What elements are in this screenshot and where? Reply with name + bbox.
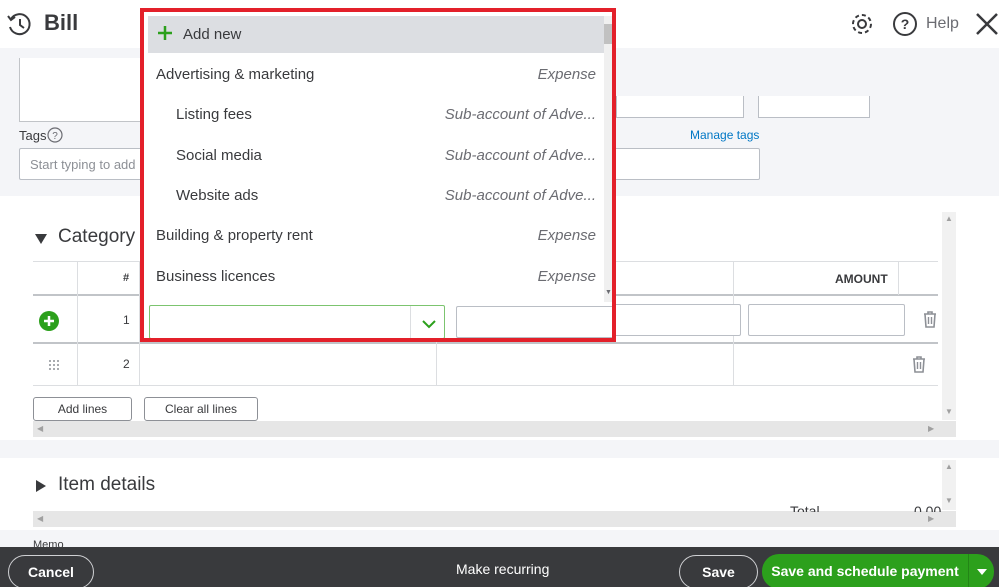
scroll-left-arrow[interactable]: ◀	[37, 515, 43, 523]
amount-input[interactable]	[748, 304, 905, 336]
help-link[interactable]: Help	[926, 15, 959, 33]
option-name: Website ads	[176, 186, 259, 204]
drag-handle-icon[interactable]	[48, 358, 60, 376]
total-label: Total	[790, 503, 820, 512]
dropdown-option[interactable]: Building & property rent Expense	[148, 217, 604, 257]
question-icon[interactable]: ?	[47, 127, 63, 148]
save-and-schedule-payment-button[interactable]: Save and schedule payment	[762, 554, 968, 587]
trash-icon[interactable]	[912, 355, 926, 378]
expand-triangle-icon[interactable]	[36, 479, 46, 497]
close-icon[interactable]	[975, 12, 999, 41]
horizontal-scrollbar[interactable]	[33, 421, 956, 437]
scroll-right-arrow[interactable]: ▶	[928, 515, 934, 523]
add-row-plus-icon[interactable]	[39, 311, 59, 336]
option-type: Sub-account of Adve...	[444, 146, 596, 164]
item-details-title: Item details	[58, 474, 156, 495]
save-button[interactable]: Save	[679, 555, 758, 587]
scroll-down-arrow[interactable]: ▼	[605, 289, 612, 296]
bill-history-icon[interactable]	[6, 11, 34, 44]
dropdown-scrollbar-thumb[interactable]	[604, 24, 612, 44]
collapse-triangle-icon[interactable]	[35, 231, 47, 249]
clear-all-lines-button[interactable]: Clear all lines	[144, 397, 258, 421]
category-details-title: Category	[58, 226, 136, 247]
trash-icon[interactable]	[923, 310, 937, 333]
scroll-down-arrow[interactable]: ▼	[945, 408, 953, 416]
dropdown-scrollbar[interactable]	[604, 16, 612, 302]
category-dropdown-menu: Add new Advertising & marketing Expense Li…	[140, 8, 616, 342]
option-type: Expense	[537, 267, 596, 285]
column-divider	[77, 261, 78, 386]
column-divider	[898, 261, 899, 295]
table-divider	[33, 385, 938, 386]
category-select[interactable]	[149, 305, 445, 338]
option-name: Advertising & marketing	[156, 66, 315, 83]
cancel-button[interactable]: Cancel	[8, 555, 94, 587]
tags-label: Tags	[19, 128, 47, 143]
bill-date-field[interactable]	[758, 96, 870, 118]
option-name: Business licences	[156, 267, 276, 285]
total-value: 0.00	[914, 503, 942, 512]
svg-text:?: ?	[901, 16, 910, 32]
row-number: 2	[123, 357, 130, 371]
dropdown-option[interactable]: Business licences Expense	[148, 258, 604, 298]
dropdown-option[interactable]: Advertising & marketing Expense	[148, 56, 604, 96]
manage-tags-link[interactable]: Manage tags	[690, 128, 759, 142]
scroll-up-arrow[interactable]: ▲	[945, 215, 953, 223]
add-new-label: Add new	[183, 26, 242, 43]
caret-down-icon	[977, 569, 987, 575]
dropdown-field-row	[148, 302, 612, 338]
row-number: 1	[123, 313, 130, 327]
vertical-scrollbar[interactable]	[942, 212, 956, 420]
column-header-number: #	[123, 272, 130, 284]
option-name: Listing fees	[176, 106, 252, 124]
column-header-amount: AMOUNT	[835, 272, 888, 286]
page-title: Bill	[44, 10, 79, 35]
scroll-down-arrow[interactable]: ▼	[945, 497, 953, 505]
make-recurring-link[interactable]: Make recurring	[456, 561, 549, 577]
option-name: Building & property rent	[156, 227, 313, 245]
memo-label: Memo	[33, 539, 64, 547]
scroll-up-arrow[interactable]: ▲	[945, 463, 953, 471]
option-type: Expense	[537, 66, 596, 83]
dropdown-option[interactable]: Listing fees Sub-account of Adve...	[148, 96, 604, 136]
option-name: Social media	[176, 146, 262, 164]
help-icon[interactable]: ?	[892, 11, 918, 42]
tags-input-end[interactable]	[616, 148, 760, 180]
horizontal-scrollbar[interactable]	[33, 511, 956, 527]
option-type: Expense	[537, 227, 596, 245]
scroll-left-arrow[interactable]: ◀	[37, 425, 43, 433]
plus-icon	[157, 25, 173, 46]
svg-text:?: ?	[52, 131, 58, 142]
dropdown-option[interactable]: Social media Sub-account of Adve...	[148, 137, 604, 177]
mailing-address-field[interactable]	[19, 58, 143, 122]
dropdown-option[interactable]: Website ads Sub-account of Adve...	[148, 177, 604, 217]
option-type: Sub-account of Adve...	[444, 186, 596, 204]
gear-icon[interactable]	[849, 11, 875, 42]
chevron-down-icon[interactable]	[422, 316, 436, 334]
option-type: Sub-account of Adve...	[444, 106, 596, 124]
add-lines-button[interactable]: Add lines	[33, 397, 132, 421]
scroll-right-arrow[interactable]: ▶	[928, 425, 934, 433]
add-new-option[interactable]: Add new	[148, 16, 604, 53]
terms-field[interactable]	[616, 96, 744, 118]
table-divider	[33, 342, 938, 344]
tags-input[interactable]: Start typing to add	[19, 148, 143, 180]
description-input[interactable]	[456, 306, 612, 338]
